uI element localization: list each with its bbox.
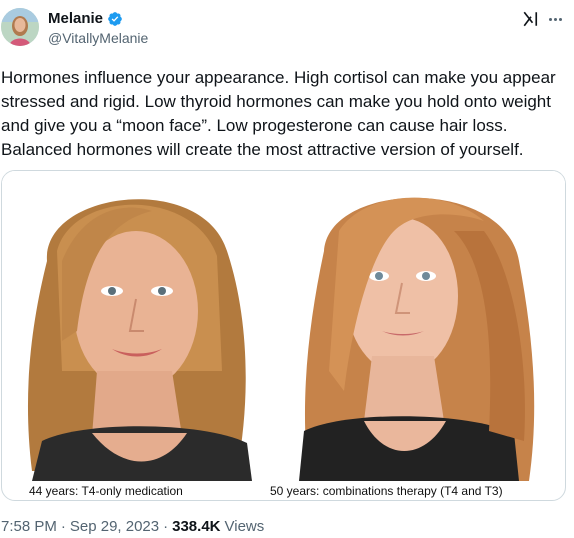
handle[interactable]: @VitallyMelanie [48, 30, 148, 46]
name-row: Melanie [48, 10, 123, 27]
meta-separator: · [60, 518, 66, 535]
photo-left [2, 171, 284, 481]
tweet-media[interactable]: 44 years: T4-only medication 50 years: c… [1, 170, 566, 501]
profile-photo-icon [1, 8, 39, 46]
more-options-icon[interactable] [546, 10, 564, 28]
tweet-header: Melanie @VitallyMelanie [0, 6, 574, 52]
verified-badge-icon [108, 11, 122, 26]
views-label: Views [224, 518, 265, 535]
meta-separator: · [163, 518, 169, 535]
caption-right: 50 years: combinations therapy (T4 and T… [270, 484, 503, 498]
caption-left: 44 years: T4-only medication [29, 484, 183, 498]
grok-icon[interactable] [522, 10, 540, 28]
woman-portrait-right-image [284, 171, 565, 481]
timestamp-time[interactable]: 7:58 PM [1, 518, 57, 535]
photo-right [284, 171, 565, 481]
tweet-text: Hormones influence your appearance. High… [1, 68, 556, 159]
tweet-meta: 7:58 PM · Sep 29, 2023 · 338.4K Views [1, 518, 264, 535]
avatar[interactable] [1, 8, 39, 46]
display-name[interactable]: Melanie [48, 10, 103, 27]
woman-portrait-left-image [2, 171, 284, 481]
timestamp-date[interactable]: Sep 29, 2023 [70, 518, 159, 535]
views-count: 338.4K [172, 518, 221, 535]
